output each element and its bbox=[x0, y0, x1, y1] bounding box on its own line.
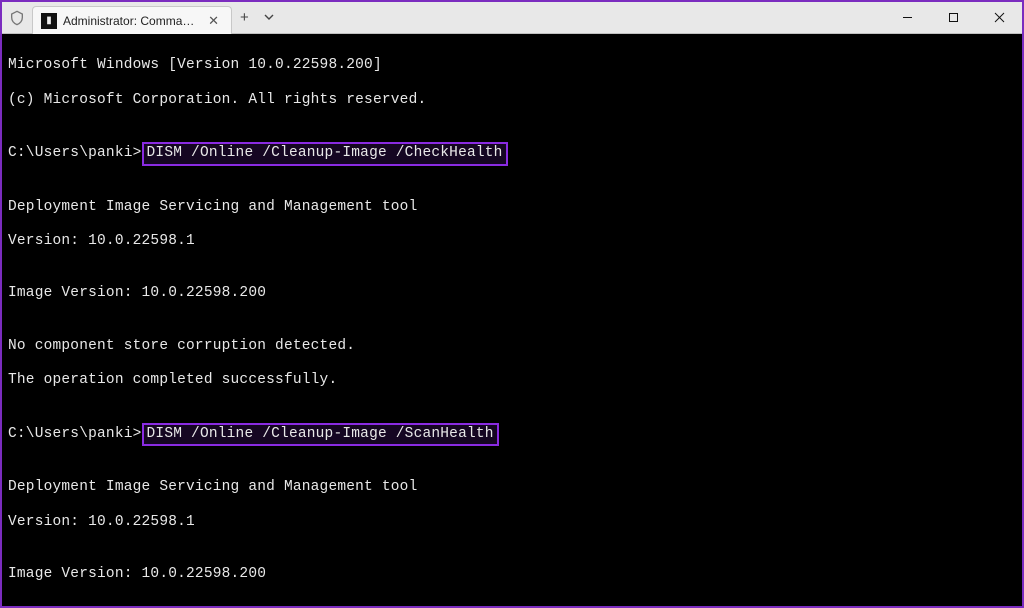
prompt-line: C:\Users\panki>DISM /Online /Cleanup-Ima… bbox=[8, 425, 1016, 444]
terminal-output[interactable]: Microsoft Windows [Version 10.0.22598.20… bbox=[2, 34, 1022, 606]
tab-dropdown-button[interactable] bbox=[263, 10, 275, 26]
highlight-cmd-checkhealth: DISM /Online /Cleanup-Image /CheckHealth bbox=[142, 142, 508, 165]
window-controls bbox=[884, 2, 1022, 33]
output-line: Microsoft Windows [Version 10.0.22598.20… bbox=[8, 57, 1016, 74]
tab-close-button[interactable]: ✕ bbox=[206, 13, 221, 29]
browser-shield-icon[interactable] bbox=[2, 2, 32, 33]
tab-title: Administrator: Command Prom bbox=[63, 14, 200, 28]
prompt-line: C:\Users\panki>DISM /Online /Cleanup-Ima… bbox=[8, 144, 1016, 163]
output-line: (c) Microsoft Corporation. All rights re… bbox=[8, 92, 1016, 109]
titlebar: ▮ Administrator: Command Prom ✕ + bbox=[2, 2, 1022, 34]
titlebar-drag-area[interactable] bbox=[275, 2, 884, 33]
minimize-button[interactable] bbox=[884, 2, 930, 34]
output-line: The operation completed successfully. bbox=[8, 372, 1016, 389]
cmd-icon: ▮ bbox=[41, 13, 57, 29]
output-line: Image Version: 10.0.22598.200 bbox=[8, 285, 1016, 302]
output-line: Version: 10.0.22598.1 bbox=[8, 514, 1016, 531]
close-button[interactable] bbox=[976, 2, 1022, 34]
tab-actions: + bbox=[232, 2, 275, 33]
output-line: Image Version: 10.0.22598.200 bbox=[8, 566, 1016, 583]
highlight-cmd-scanhealth: DISM /Online /Cleanup-Image /ScanHealth bbox=[142, 423, 499, 446]
output-line: Deployment Image Servicing and Managemen… bbox=[8, 479, 1016, 496]
maximize-button[interactable] bbox=[930, 2, 976, 34]
output-line: No component store corruption detected. bbox=[8, 338, 1016, 355]
output-line: Version: 10.0.22598.1 bbox=[8, 233, 1016, 250]
output-line: Deployment Image Servicing and Managemen… bbox=[8, 199, 1016, 216]
terminal-tab[interactable]: ▮ Administrator: Command Prom ✕ bbox=[32, 6, 232, 34]
new-tab-button[interactable]: + bbox=[240, 9, 249, 26]
